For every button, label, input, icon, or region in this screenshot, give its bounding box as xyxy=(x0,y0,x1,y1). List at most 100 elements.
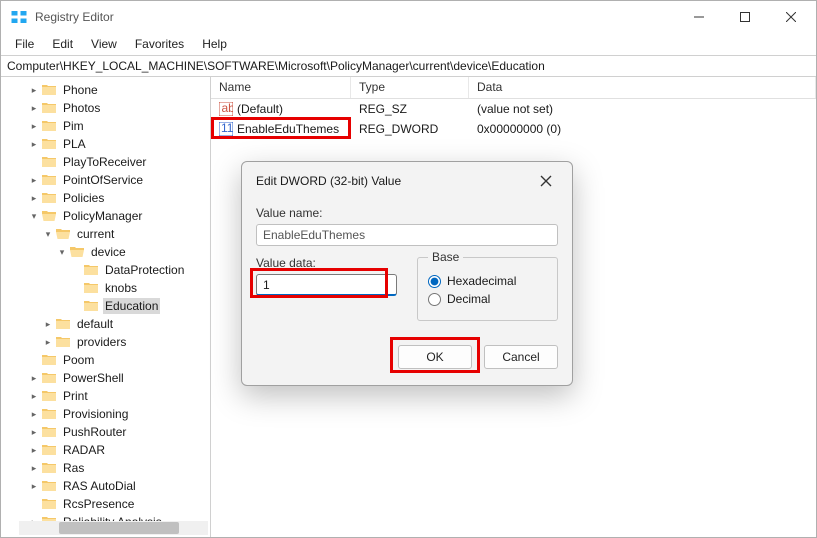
folder-icon xyxy=(55,316,71,332)
tree-node-pim[interactable]: ▸Pim xyxy=(3,117,211,135)
expand-arrow-icon[interactable]: ▾ xyxy=(55,245,69,259)
tree-node-radar[interactable]: ▸RADAR xyxy=(3,441,211,459)
expand-arrow-icon[interactable] xyxy=(69,299,83,313)
tree-node-dataprotection[interactable]: DataProtection xyxy=(3,261,211,279)
tree-node-pushrouter[interactable]: ▸PushRouter xyxy=(3,423,211,441)
tree-node-pla[interactable]: ▸ PLA xyxy=(3,135,211,153)
expand-arrow-icon[interactable]: ▸ xyxy=(41,335,55,349)
tree-node-poom[interactable]: Poom xyxy=(3,351,211,369)
maximize-button[interactable] xyxy=(722,1,768,33)
tree-pane[interactable]: ▸Phone▸Photos▸Pim▸PLAPlayToReceiver▸Poin… xyxy=(1,77,211,537)
folder-icon xyxy=(41,118,57,134)
tree-node-policymanager[interactable]: ▾PolicyManager xyxy=(3,207,211,225)
minimize-button[interactable] xyxy=(676,1,722,33)
list-row[interactable]: ab(Default)REG_SZ(value not set) xyxy=(211,99,816,119)
tree-node-photos[interactable]: ▸Photos xyxy=(3,99,211,117)
tree-node-provisioning[interactable]: ▸ Provisioning xyxy=(3,405,211,423)
tree-label: Print xyxy=(61,388,90,404)
expand-arrow-icon[interactable]: ▸ xyxy=(27,461,41,475)
expand-arrow-icon[interactable]: ▸ xyxy=(27,407,41,421)
expand-arrow-icon[interactable]: ▸ xyxy=(27,191,41,205)
menu-help[interactable]: Help xyxy=(194,35,235,53)
expand-arrow-icon[interactable]: ▸ xyxy=(27,101,41,115)
tree-node-powershell[interactable]: ▸PowerShell xyxy=(3,369,211,387)
folder-icon xyxy=(41,496,57,512)
tree-scrollbar-thumb[interactable] xyxy=(59,522,179,534)
tree-node-providers[interactable]: ▸providers xyxy=(3,333,211,351)
expand-arrow-icon[interactable]: ▸ xyxy=(27,137,41,151)
annotation-highlight-input xyxy=(250,268,388,298)
tree-label: PLA xyxy=(61,136,88,152)
expand-arrow-icon[interactable]: ▸ xyxy=(27,443,41,457)
dialog-titlebar[interactable]: Edit DWORD (32-bit) Value xyxy=(242,162,572,200)
expand-arrow-icon[interactable] xyxy=(69,263,83,277)
svg-text:ab: ab xyxy=(222,102,234,115)
tree-label: Provisioning xyxy=(61,406,130,422)
tree-scrollbar[interactable] xyxy=(19,521,208,535)
dec-radio[interactable] xyxy=(428,293,441,306)
tree-node-current[interactable]: ▾ current xyxy=(3,225,211,243)
expand-arrow-icon[interactable]: ▾ xyxy=(27,209,41,223)
annotation-highlight-ok xyxy=(390,337,480,373)
tree-label: DataProtection xyxy=(103,262,186,278)
expand-arrow-icon[interactable]: ▸ xyxy=(27,389,41,403)
tree-label: current xyxy=(75,226,116,242)
menu-view[interactable]: View xyxy=(83,35,125,53)
tree-label: Poom xyxy=(61,352,96,368)
base-fieldset: Base Hexadecimal Decimal xyxy=(417,250,558,321)
expand-arrow-icon[interactable]: ▸ xyxy=(27,119,41,133)
expand-arrow-icon[interactable]: ▾ xyxy=(41,227,55,241)
col-name[interactable]: Name xyxy=(211,77,351,98)
tree-node-pointofservice[interactable]: ▸PointOfService xyxy=(3,171,211,189)
menu-edit[interactable]: Edit xyxy=(44,35,81,53)
folder-icon xyxy=(41,442,57,458)
expand-arrow-icon[interactable]: ▸ xyxy=(41,317,55,331)
tree-label: PlayToReceiver xyxy=(61,154,148,170)
edit-dword-dialog: Edit DWORD (32-bit) Value Value name: En… xyxy=(241,161,573,386)
folder-icon xyxy=(55,226,71,242)
expand-arrow-icon[interactable] xyxy=(27,497,41,511)
tree-node-education[interactable]: Education xyxy=(3,297,211,315)
tree-node-print[interactable]: ▸ Print xyxy=(3,387,211,405)
dialog-title: Edit DWORD (32-bit) Value xyxy=(256,174,401,188)
folder-icon xyxy=(55,334,71,350)
expand-arrow-icon[interactable]: ▸ xyxy=(27,425,41,439)
cancel-button[interactable]: Cancel xyxy=(484,345,558,369)
tree-node-default[interactable]: ▸ default xyxy=(3,315,211,333)
menu-favorites[interactable]: Favorites xyxy=(127,35,192,53)
tree-node-phone[interactable]: ▸Phone xyxy=(3,81,211,99)
folder-icon xyxy=(41,352,57,368)
value-name-field: EnableEduThemes xyxy=(256,224,558,246)
expand-arrow-icon[interactable]: ▸ xyxy=(27,83,41,97)
hex-radio[interactable] xyxy=(428,275,441,288)
tree-node-knobs[interactable]: knobs xyxy=(3,279,211,297)
address-path: Computer\HKEY_LOCAL_MACHINE\SOFTWARE\Mic… xyxy=(7,59,545,73)
tree-node-rcspresence[interactable]: RcsPresence xyxy=(3,495,211,513)
expand-arrow-icon[interactable]: ▸ xyxy=(27,371,41,385)
tree-label: Education xyxy=(103,298,160,314)
tree-node-ras[interactable]: ▸Ras xyxy=(3,459,211,477)
folder-icon xyxy=(41,388,57,404)
close-button[interactable] xyxy=(768,1,814,33)
dialog-close-button[interactable] xyxy=(534,169,558,193)
tree-node-playtoreceiver[interactable]: PlayToReceiver xyxy=(3,153,211,171)
folder-icon xyxy=(41,136,57,152)
tree-node-ras-autodial[interactable]: ▸RAS AutoDial xyxy=(3,477,211,495)
tree-node-policies[interactable]: ▸Policies xyxy=(3,189,211,207)
col-data[interactable]: Data xyxy=(469,77,816,98)
expand-arrow-icon[interactable] xyxy=(27,155,41,169)
list-header[interactable]: Name Type Data xyxy=(211,77,816,99)
titlebar: Registry Editor xyxy=(1,1,816,33)
tree-label: RcsPresence xyxy=(61,496,136,512)
expand-arrow-icon[interactable] xyxy=(27,353,41,367)
expand-arrow-icon[interactable] xyxy=(69,281,83,295)
menu-file[interactable]: File xyxy=(7,35,42,53)
expand-arrow-icon[interactable]: ▸ xyxy=(27,173,41,187)
folder-icon xyxy=(41,424,57,440)
address-bar[interactable]: Computer\HKEY_LOCAL_MACHINE\SOFTWARE\Mic… xyxy=(1,55,816,77)
col-type[interactable]: Type xyxy=(351,77,469,98)
folder-icon xyxy=(83,298,99,314)
tree-label: default xyxy=(75,316,115,332)
tree-node-device[interactable]: ▾device xyxy=(3,243,211,261)
expand-arrow-icon[interactable]: ▸ xyxy=(27,479,41,493)
